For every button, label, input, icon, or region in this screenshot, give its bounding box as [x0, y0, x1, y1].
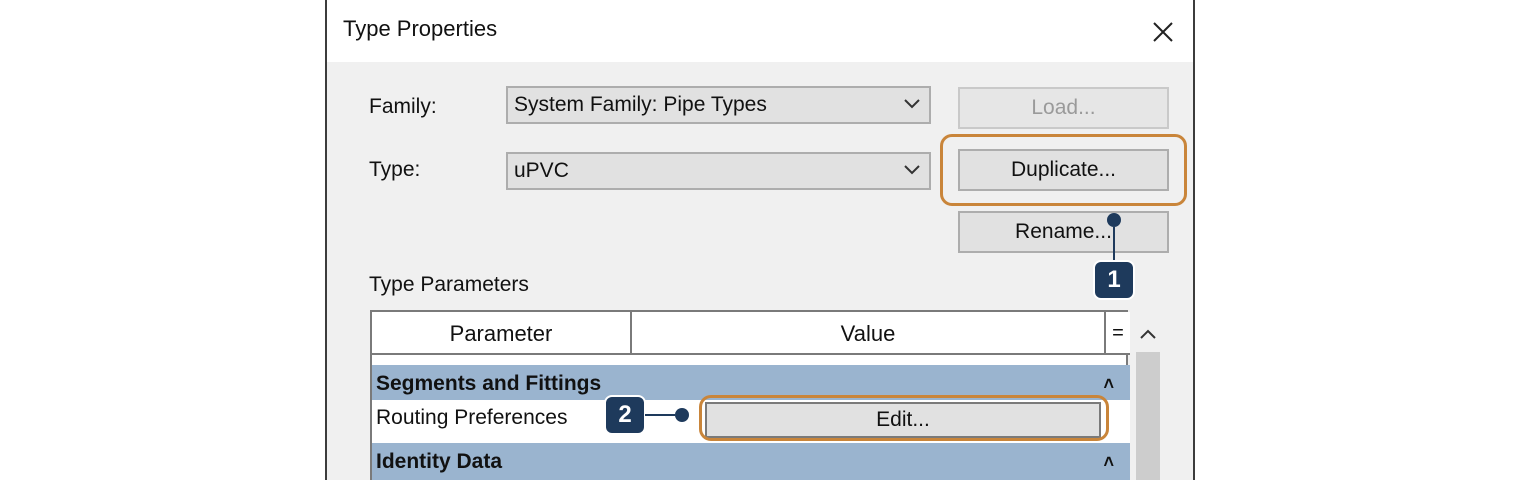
callout-2-leader [645, 414, 675, 416]
dialog-title: Type Properties [343, 16, 498, 41]
collapse-icon[interactable]: ˄ [1103, 443, 1114, 480]
callout-1-leader [1113, 227, 1115, 263]
family-label: Family: [369, 95, 437, 118]
close-button[interactable] [1143, 12, 1183, 52]
callout-1-dot [1107, 213, 1121, 227]
scrollbar-thumb[interactable] [1136, 352, 1160, 480]
callout-2-dot [675, 408, 689, 422]
duplicate-button[interactable]: Duplicate... [958, 149, 1169, 191]
family-dropdown[interactable]: System Family: Pipe Types [506, 86, 931, 124]
scrollbar[interactable] [1130, 310, 1166, 480]
title-bar: Type Properties [327, 0, 1193, 62]
rename-button[interactable]: Rename... [958, 211, 1169, 253]
type-parameters-grid: Parameter Value = Segments and Fittings … [370, 310, 1130, 480]
routing-preferences-edit-button[interactable]: Edit... [705, 402, 1101, 438]
collapse-icon[interactable]: ˄ [1103, 365, 1114, 403]
column-header-parameter[interactable]: Parameter [372, 312, 632, 355]
group-label: Identity Data [376, 450, 503, 473]
column-header-equals[interactable]: = [1106, 312, 1130, 355]
type-parameters-label: Type Parameters [369, 273, 529, 296]
column-header-value[interactable]: Value [632, 312, 1106, 355]
close-icon [1153, 22, 1173, 42]
table-row: Routing Preferences Edit... [372, 400, 1130, 444]
type-properties-dialog: Type Properties Family: System Family: P… [325, 0, 1195, 480]
type-label: Type: [369, 158, 421, 181]
type-value: uPVC [514, 159, 569, 182]
group-segments-and-fittings[interactable]: Segments and Fittings ˄ [372, 365, 1130, 403]
type-dropdown[interactable]: uPVC [506, 152, 931, 190]
load-button[interactable]: Load... [958, 87, 1169, 129]
chevron-down-icon [904, 99, 920, 109]
callout-1-badge: 1 [1095, 262, 1133, 298]
group-identity-data[interactable]: Identity Data ˄ [372, 443, 1130, 480]
parameter-name: Routing Preferences [376, 406, 568, 429]
scroll-up-icon[interactable] [1130, 318, 1166, 352]
group-label: Segments and Fittings [376, 372, 602, 395]
callout-2-badge: 2 [606, 397, 644, 433]
family-value: System Family: Pipe Types [514, 93, 767, 116]
chevron-down-icon [904, 165, 920, 175]
